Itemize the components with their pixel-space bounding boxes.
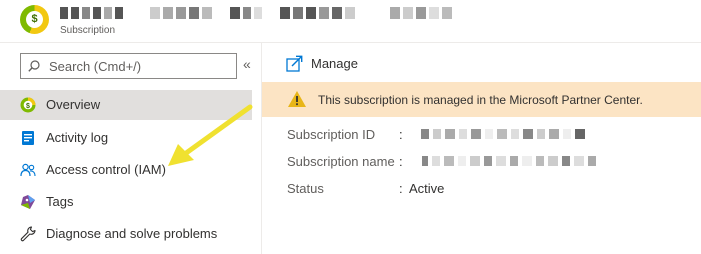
sidebar-item-label: Tags xyxy=(46,194,74,209)
redacted-title-2 xyxy=(150,7,212,19)
search-input[interactable] xyxy=(49,57,229,75)
status-value: Active xyxy=(409,181,445,196)
external-link-icon xyxy=(286,55,303,72)
property-label: Subscription name xyxy=(287,154,395,169)
redacted-title-4 xyxy=(280,7,355,19)
redacted-title xyxy=(60,7,123,19)
activity-log-icon xyxy=(22,131,34,145)
redacted-value xyxy=(422,156,596,166)
warning-icon xyxy=(288,91,306,107)
blade-header: $ Subscription xyxy=(0,0,701,42)
subscription-overview-icon: $ xyxy=(20,97,36,113)
blade-subtitle: Subscription xyxy=(60,25,116,36)
search-icon xyxy=(28,60,40,72)
sidebar-item-tags[interactable]: Tags xyxy=(0,187,252,217)
tag-icon xyxy=(21,195,35,209)
main-content: Manage This subscription is managed in t… xyxy=(262,43,701,254)
property-label: Status xyxy=(287,181,324,196)
search-box[interactable] xyxy=(20,53,237,79)
manage-button[interactable]: Manage xyxy=(286,53,358,73)
sidebar-item-label: Access control (IAM) xyxy=(46,162,166,177)
property-label: Subscription ID xyxy=(287,127,376,142)
sidebar-item-label: Activity log xyxy=(46,130,109,145)
sidebar-item-label: Overview xyxy=(46,97,101,112)
manage-label: Manage xyxy=(311,55,358,71)
property-separator: : xyxy=(399,154,403,169)
sidebar-item-diagnose[interactable]: Diagnose and solve problems xyxy=(0,219,252,249)
banner-text: This subscription is managed in the Micr… xyxy=(318,93,643,107)
annotation-arrow xyxy=(168,104,253,166)
collapse-sidebar-button[interactable]: « xyxy=(243,57,251,71)
access-control-icon xyxy=(20,163,36,177)
redacted-value xyxy=(421,129,585,139)
property-separator: : xyxy=(399,181,403,196)
redacted-title-5 xyxy=(390,7,452,19)
property-separator: : xyxy=(399,127,403,142)
svg-text:$: $ xyxy=(26,103,30,110)
sidebar-item-label: Diagnose and solve problems xyxy=(46,226,218,241)
wrench-icon xyxy=(20,226,36,242)
info-banner: This subscription is managed in the Micr… xyxy=(262,82,701,117)
subscription-icon: $ xyxy=(20,5,49,34)
redacted-title-3 xyxy=(230,7,262,19)
